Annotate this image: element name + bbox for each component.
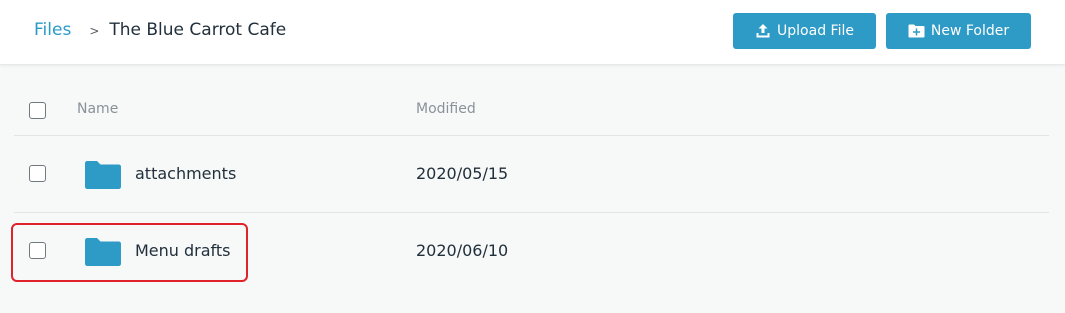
breadcrumb: Files > The Blue Carrot Cafe [34,20,286,40]
new-folder-label: New Folder [930,23,1010,39]
column-header-modified[interactable]: Modified [416,101,476,117]
folder-plus-icon [908,24,925,38]
folder-icon [85,238,121,266]
table-header: Name Modified [14,65,1049,136]
item-modified: 2020/05/15 [416,164,509,183]
row-checkbox[interactable] [29,242,46,259]
breadcrumb-files-link[interactable]: Files [34,20,71,40]
upload-file-label: Upload File [777,23,854,39]
breadcrumb-current: The Blue Carrot Cafe [109,20,287,40]
row-checkbox[interactable] [29,165,46,182]
upload-icon [755,23,771,39]
folder-icon [85,161,121,189]
new-folder-button[interactable]: New Folder [886,13,1031,49]
item-modified: 2020/06/10 [416,241,509,260]
item-name[interactable]: Menu drafts [135,241,231,260]
breadcrumb-separator: > [89,24,100,38]
select-all-checkbox[interactable] [29,102,46,119]
top-bar: Files > The Blue Carrot Cafe Upload File… [0,0,1065,65]
item-name[interactable]: attachments [135,164,236,183]
file-table: Name Modified attachments 2020/05/15 Men… [14,65,1049,289]
table-row[interactable]: attachments 2020/05/15 [14,136,1049,213]
column-header-name[interactable]: Name [77,101,118,117]
upload-file-button[interactable]: Upload File [733,13,876,49]
table-row[interactable]: Menu drafts 2020/06/10 [14,213,1049,289]
